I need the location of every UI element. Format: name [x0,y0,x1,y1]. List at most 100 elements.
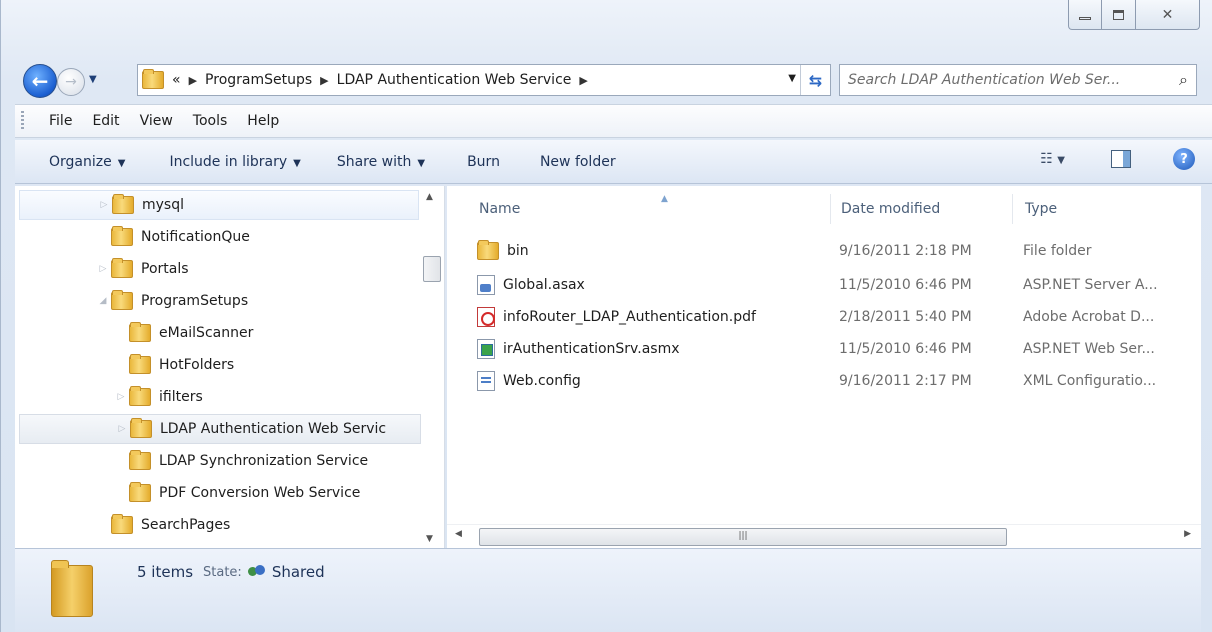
folder-icon [477,240,499,260]
file-row[interactable]: irAuthenticationSrv.asmx 11/5/2010 6:46 … [467,334,1187,364]
minimize-button[interactable] [1068,0,1102,30]
share-with-button[interactable]: Share with ▼ [337,154,425,170]
scroll-right-icon[interactable]: ▶ [1184,529,1191,539]
column-header-name[interactable]: ▲ Name [467,194,831,224]
scroll-down-icon[interactable]: ▼ [426,534,433,544]
tree-item-portals[interactable]: ▷ Portals [19,254,419,284]
navigation-bar: ← → ▼ « ▶ ProgramSetups ▶ LDAP Authentic… [21,60,1201,100]
column-header-date-modified[interactable]: Date modified [829,194,1013,224]
scrollbar-thumb[interactable] [423,256,441,282]
tree-item-pdf-conversion-web-service[interactable]: PDF Conversion Web Service [19,478,419,508]
include-in-library-button[interactable]: Include in library ▼ [169,154,300,170]
tree-item-label: NotificationQue [141,229,250,245]
tree-item-hotfolders[interactable]: HotFolders [19,350,419,380]
file-name: Global.asax [503,277,585,293]
breadcrumb-separator-icon[interactable]: ▶ [320,74,328,87]
new-folder-button[interactable]: New folder [540,154,616,170]
search-icon[interactable]: ⌕ [1179,70,1188,90]
tree-item-ifilters[interactable]: ▷ ifilters [19,382,419,412]
tree-item-label: HotFolders [159,357,235,373]
expand-icon[interactable]: ▷ [115,392,127,402]
address-bar[interactable]: « ▶ ProgramSetups ▶ LDAP Authentication … [137,64,831,96]
breadcrumb-overflow[interactable]: « [172,72,181,88]
tree-item-label: LDAP Authentication Web Servic [160,421,387,437]
minimize-icon [1079,17,1091,20]
menu-edit[interactable]: Edit [92,113,119,129]
recent-pages-dropdown[interactable]: ▼ [89,74,101,85]
forward-arrow-icon: → [65,74,77,90]
menu-file[interactable]: File [49,113,72,129]
chevron-down-icon: ▼ [117,157,126,169]
back-button[interactable]: ← [23,64,57,98]
menu-help[interactable]: Help [247,113,279,129]
file-type: Adobe Acrobat D... [1023,309,1155,325]
folder-icon [142,69,164,89]
burn-button[interactable]: Burn [467,154,500,170]
scroll-up-icon[interactable]: ▲ [426,192,433,202]
file-date-modified: 11/5/2010 6:46 PM [839,277,972,293]
asmx-file-icon [477,339,495,359]
expand-icon[interactable]: ▷ [98,200,110,210]
help-icon[interactable]: ? [1173,148,1195,170]
breadcrumb-programsetups[interactable]: ProgramSetups [205,72,312,88]
file-list-horizontal-scrollbar[interactable]: ◀ ||| ▶ [447,524,1201,548]
tree-item-label: ProgramSetups [141,293,249,309]
file-row[interactable]: Web.config 9/16/2011 2:17 PM XML Configu… [467,366,1187,396]
sort-ascending-icon: ▲ [661,194,668,204]
file-row[interactable]: infoRouter_LDAP_Authentication.pdf 2/18/… [467,302,1187,332]
tree-item-searchpages[interactable]: SearchPages [19,510,419,540]
organize-button[interactable]: Organize ▼ [49,154,125,170]
breadcrumb-ldap-authentication[interactable]: LDAP Authentication Web Service [337,72,572,88]
shared-users-icon [247,565,266,579]
tree-item-mysql[interactable]: ▷ mysql [19,190,419,220]
search-input[interactable]: Search LDAP Authentication Web Ser... [848,72,1120,88]
breadcrumb-separator-icon[interactable]: ▶ [189,74,197,87]
expand-icon[interactable]: ▷ [116,424,128,434]
navigation-pane-scrollbar[interactable]: ▲ ▼ [421,186,443,548]
item-count: 5 items [137,563,194,581]
collapse-icon[interactable]: ◢ [97,296,109,306]
tree-item-label: ifilters [159,389,203,405]
column-header-type[interactable]: Type [1013,194,1197,224]
refresh-button[interactable]: ⇆ [800,65,830,95]
view-options-icon: ☷ [1040,151,1053,167]
menu-view[interactable]: View [140,113,173,129]
caption-buttons: ✕ [1068,0,1200,36]
file-list-pane: ▲ Name Date modified Type bin 9/16/2011 … [447,186,1201,548]
chevron-down-icon: ▼ [417,157,426,169]
maximize-button[interactable] [1102,0,1136,30]
folder-icon [129,354,151,374]
address-dropdown-icon[interactable]: ▼ [788,73,796,84]
tree-item-notificationque[interactable]: NotificationQue [19,222,419,252]
new-folder-label: New folder [539,153,616,170]
tree-item-ldap-authentication-web-service[interactable]: ▷ LDAP Authentication Web Servic [19,414,421,444]
scrollbar-thumb[interactable]: ||| [479,528,1007,546]
tree-item-emailscanner[interactable]: eMailScanner [19,318,419,348]
tree-item-ldap-synchronization-service[interactable]: LDAP Synchronization Service [19,446,419,476]
close-button[interactable]: ✕ [1136,0,1200,30]
tree-item-label: eMailScanner [159,325,254,341]
folder-icon [129,482,151,502]
file-row[interactable]: Global.asax 11/5/2010 6:46 PM ASP.NET Se… [467,270,1187,300]
tree-item-label: PDF Conversion Web Service [159,485,361,501]
menu-tools[interactable]: Tools [193,113,228,129]
preview-pane-icon[interactable] [1111,150,1131,168]
search-box[interactable]: Search LDAP Authentication Web Ser... ⌕ [839,64,1197,96]
expand-icon[interactable]: ▷ [97,264,109,274]
tree-item-label: mysql [142,197,184,213]
column-header-name-label: Name [479,201,521,217]
file-date-modified: 11/5/2010 6:46 PM [839,341,972,357]
forward-button[interactable]: → [57,68,85,96]
breadcrumb-separator-icon[interactable]: ▶ [579,74,587,87]
folder-icon [111,258,133,278]
change-view-button[interactable]: ☷ ▼ [1040,151,1065,167]
back-arrow-icon: ← [31,69,49,93]
asax-file-icon [477,275,495,295]
scroll-left-icon[interactable]: ◀ [455,529,462,539]
tree-item-label: SearchPages [141,517,231,533]
file-date-modified: 2/18/2011 5:40 PM [839,309,972,325]
tree-item-programsetups[interactable]: ◢ ProgramSetups [19,286,419,316]
folder-icon [129,386,151,406]
file-row[interactable]: bin 9/16/2011 2:18 PM File folder [467,236,1187,266]
folder-icon [129,322,151,342]
